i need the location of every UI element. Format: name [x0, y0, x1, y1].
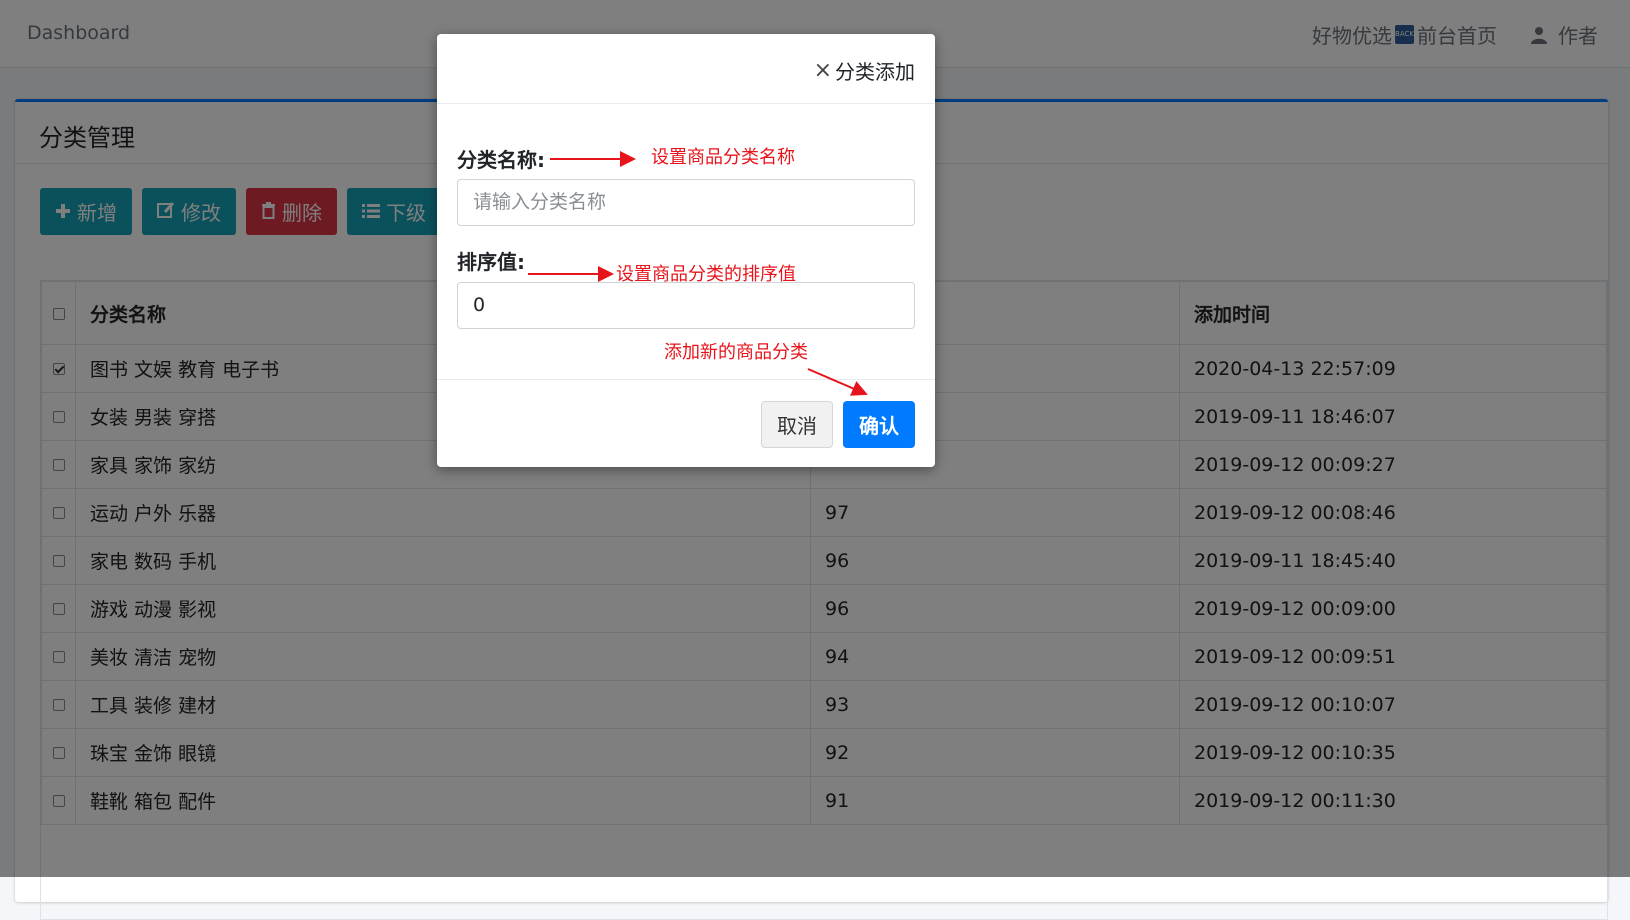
arrow-confirm: [807, 368, 868, 396]
annotation-arrows: [528, 151, 868, 396]
